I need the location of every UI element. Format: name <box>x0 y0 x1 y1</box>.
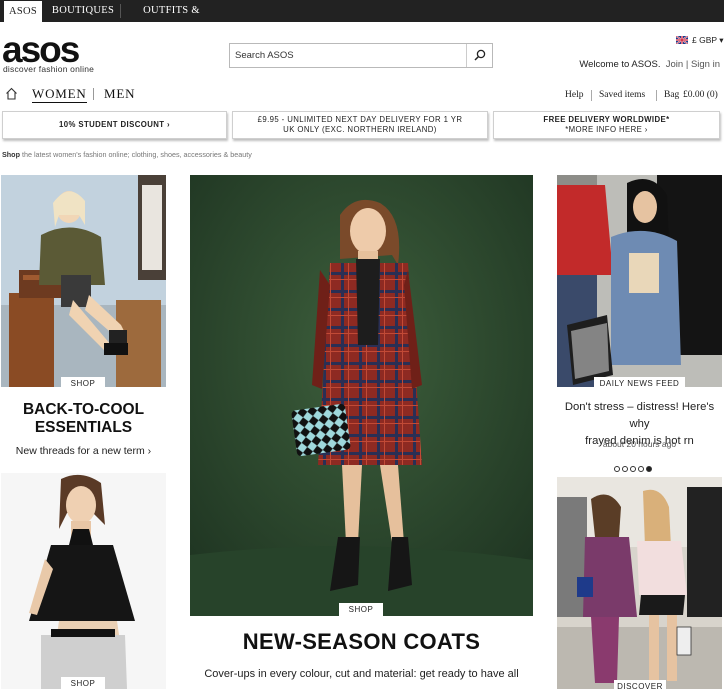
home-icon[interactable] <box>5 87 18 100</box>
promo-student-discount[interactable]: 10% STUDENT DISCOUNT › <box>2 111 227 139</box>
daily-news-feed-image[interactable]: DAILY NEWS FEED <box>557 175 722 387</box>
tab-asos[interactable]: ASOS <box>4 1 42 22</box>
welcome-bar: Welcome to ASOS. Join | Sign in <box>579 59 720 70</box>
tab-outfits-looks[interactable]: OUTFITS & LOOKS <box>124 0 219 38</box>
util-divider <box>591 90 592 101</box>
join-link[interactable]: Join <box>666 59 683 70</box>
tab-divider <box>120 4 121 18</box>
shop-tagline: Shop the latest women's fashion online; … <box>2 150 252 159</box>
back-to-cool-subtitle[interactable]: New threads for a new term › <box>1 445 166 457</box>
welcome-text: Welcome to ASOS. <box>579 59 661 70</box>
back-to-cool-headline[interactable]: BACK-TO-COOL ESSENTIALS <box>1 401 166 437</box>
daily-news-feed-tag[interactable]: DAILY NEWS FEED <box>594 377 685 387</box>
shop-bold: Shop <box>2 150 20 159</box>
util-divider <box>656 90 657 101</box>
carousel-dot[interactable] <box>638 466 644 472</box>
search-box[interactable]: Search ASOS <box>229 43 493 68</box>
nav-divider <box>93 88 94 100</box>
currency-selector[interactable]: £ GBP ▾ <box>692 35 724 46</box>
shop-description: the latest women's fashion online; cloth… <box>21 150 252 159</box>
nav-women[interactable]: WOMEN <box>32 86 87 103</box>
discover-tag[interactable]: DISCOVER <box>614 680 666 689</box>
search-input[interactable]: Search ASOS <box>235 50 294 61</box>
bag-total[interactable]: £0.00 (0) <box>683 90 718 100</box>
shop-tag[interactable]: SHOP <box>339 603 383 616</box>
top-bar: ASOS BOUTIQUES OUTFITS & LOOKS <box>0 0 724 38</box>
promo-text: 10% STUDENT DISCOUNT › <box>58 120 171 129</box>
logo-tagline: discover fashion online <box>3 64 95 74</box>
shop-tag[interactable]: SHOP <box>61 677 105 689</box>
tab-boutiques[interactable]: BOUTIQUES <box>48 0 118 22</box>
promo-subtext: *MORE INFO HERE › <box>565 125 648 134</box>
new-season-coats-image[interactable]: SHOP <box>190 175 533 616</box>
discover-image[interactable]: DISCOVER <box>557 477 722 689</box>
headline-line: BACK-TO-COOL <box>22 401 145 418</box>
shop-tag[interactable]: SHOP <box>61 377 105 387</box>
headline-line: ESSENTIALS <box>34 419 133 436</box>
carousel-dot[interactable] <box>614 466 620 472</box>
help-link[interactable]: Help <box>565 90 583 100</box>
promo-subtext: UK ONLY (EXC. NORTHERN IRELAND) <box>283 125 437 134</box>
new-season-coats-headline[interactable]: NEW-SEASON COATS <box>190 629 533 655</box>
saved-items-link[interactable]: Saved items <box>599 90 645 100</box>
back-to-cool-image[interactable]: SHOP <box>1 175 166 387</box>
promo-next-day-delivery[interactable]: £9.95 - UNLIMITED NEXT DAY DELIVERY FOR … <box>232 111 488 139</box>
promo-free-delivery[interactable]: FREE DELIVERY WORLDWIDE* *MORE INFO HERE… <box>493 111 720 139</box>
street-style-photo <box>557 477 722 689</box>
search-button[interactable] <box>466 44 492 67</box>
model-photo <box>1 175 166 387</box>
bag-link[interactable]: Bag <box>664 90 679 100</box>
promo-text: FREE DELIVERY WORLDWIDE* <box>543 115 670 124</box>
street-style-photo <box>557 175 722 387</box>
promo-text: £9.95 - UNLIMITED NEXT DAY DELIVERY FOR … <box>257 115 463 124</box>
carousel-dot[interactable] <box>630 466 636 472</box>
asos-logo[interactable]: asos <box>2 31 80 68</box>
headline-line: Don't stress – distress! Here's why <box>564 401 715 430</box>
search-icon <box>474 49 486 61</box>
model-photo <box>190 175 533 616</box>
black-top-image[interactable]: SHOP <box>1 473 166 689</box>
carousel-dot-active[interactable] <box>646 466 652 472</box>
sign-in-link[interactable]: Sign in <box>691 59 720 70</box>
carousel-dot[interactable] <box>622 466 628 472</box>
model-photo <box>1 473 166 689</box>
nav-men[interactable]: MEN <box>104 86 135 102</box>
carousel-dots[interactable] <box>614 459 654 477</box>
news-feed-timestamp: about 20 hours ago <box>602 439 677 449</box>
new-season-coats-subtitle: Cover-ups in every colour, cut and mater… <box>204 668 519 680</box>
uk-flag-icon <box>676 36 688 44</box>
